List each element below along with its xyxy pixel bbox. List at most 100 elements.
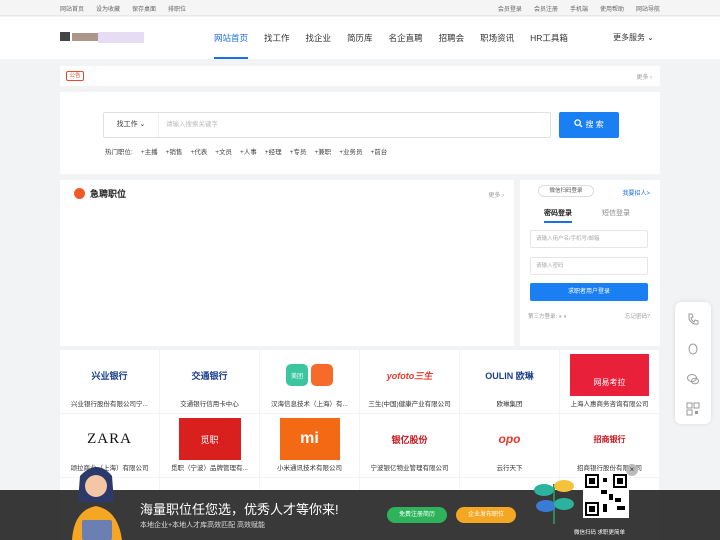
save-desktop-link[interactable]: 保存桌面	[132, 4, 156, 13]
qrcode-icon[interactable]	[686, 402, 700, 416]
member-login-link[interactable]: 会员登录	[498, 4, 522, 13]
company-logo: opo	[470, 418, 549, 460]
hot-job-link[interactable]: +销售	[166, 146, 183, 156]
nav-resume-library[interactable]: 简历库	[339, 17, 381, 59]
home-link[interactable]: 网站首页	[60, 4, 84, 13]
company-name: 小米通讯技术有限公司	[277, 465, 342, 472]
wechat-qr-code	[583, 472, 629, 518]
hot-job-link[interactable]: +兼职	[314, 146, 331, 156]
wechat-icon[interactable]	[686, 372, 700, 386]
company-card[interactable]: 网易考拉 上海人惠商务咨询有限公司	[560, 350, 659, 413]
hot-job-link[interactable]: +主播	[141, 146, 158, 156]
company-name: 上海人惠商务咨询有限公司	[570, 401, 649, 408]
company-name: 觅职（宁波）品牌管理有...	[171, 465, 248, 472]
plant-illustration	[534, 480, 574, 524]
company-card[interactable]: OULIN 欧琳 欧琳集团	[460, 350, 559, 413]
wechat-icon[interactable]: ●	[563, 314, 566, 320]
search-panel: 找工作 ⌄ 请输入搜索关键字 搜 索 热门职位: +主播 +销售 +代表 +文员…	[60, 92, 660, 174]
tab-sms-login[interactable]: 短信登录	[602, 208, 630, 223]
hot-job-link[interactable]: +代表	[190, 146, 207, 156]
company-logo: yofoto三生	[370, 354, 449, 396]
company-logo: OULIN 欧琳	[470, 354, 549, 396]
post-job-button[interactable]: 企业发布职位	[456, 507, 516, 523]
company-card[interactable]: 美团 汉海信息技术（上海）有...	[260, 350, 359, 413]
urgent-jobs-title: 急聘职位	[90, 189, 127, 199]
third-party-label: 第三方登录:	[528, 314, 558, 320]
top-utility-bar: 网站首页 设为收藏 保存桌面 排职位 会员登录 会员注册 手机端 使用帮助 网站…	[0, 0, 720, 16]
urgent-jobs-more-label: 更多	[488, 193, 501, 199]
site-nav-link[interactable]: 网站导航	[636, 4, 660, 13]
notice-more-link[interactable]: 更多 ›	[636, 72, 652, 81]
meituan-logo-text: 美团	[286, 364, 308, 386]
member-register-link[interactable]: 会员注册	[534, 4, 558, 13]
search-input[interactable]: 请输入搜索关键字	[166, 113, 218, 137]
hot-job-link[interactable]: +前台	[370, 146, 387, 156]
company-logo: 觅职	[170, 418, 249, 460]
main-header: 网站首页 找工作 找企业 简历库 名企直聘 招聘会 职场资讯 HR工具箱 更多服…	[0, 17, 720, 59]
wechat-login-button[interactable]: 微信扫码登录	[538, 185, 594, 197]
jobseeker-login-button[interactable]: 求职者用户登录	[530, 283, 648, 301]
nav-career-news[interactable]: 职场资讯	[472, 17, 522, 59]
hot-job-link[interactable]: +人事	[240, 146, 257, 156]
qq-icon[interactable]: ●	[559, 314, 562, 320]
hot-job-link[interactable]: +经理	[265, 146, 282, 156]
forgot-password-link[interactable]: 忘记密码?	[625, 312, 650, 320]
post-job-link[interactable]: 排职位	[168, 4, 186, 13]
company-card[interactable]: mi 小米通讯技术有限公司	[260, 414, 359, 477]
hot-job-link[interactable]: +业务员	[339, 146, 362, 156]
company-name: 交通银行信用卡中心	[180, 401, 239, 408]
phone-icon[interactable]	[686, 312, 700, 326]
register-resume-button[interactable]: 免费注册简历	[387, 507, 447, 523]
hot-job-link[interactable]: +专员	[290, 146, 307, 156]
search-button[interactable]: 搜 索	[559, 112, 619, 138]
company-card[interactable]: 银亿股份 宁波银亿物业管理有限公司	[360, 414, 459, 477]
mizhi-logo-text: 觅职	[178, 418, 241, 460]
company-card[interactable]: 兴业银行 兴业银行股份有限公司宁...	[60, 350, 159, 413]
close-icon[interactable]: ×	[626, 464, 638, 476]
company-logo: 银亿股份	[370, 418, 449, 460]
login-panel: 微信扫码登录 我要招人> 密码登录 短信登录 请输入用户名/手机号/邮箱 请输入…	[520, 180, 660, 346]
help-link[interactable]: 使用帮助	[600, 4, 624, 13]
hot-jobs: 热门职位: +主播 +销售 +代表 +文员 +人事 +经理 +专员 +兼职 +业…	[105, 146, 387, 156]
hot-job-link[interactable]: +文员	[215, 146, 232, 156]
xiaomi-logo-text: mi	[279, 418, 340, 460]
search-bar: 找工作 ⌄ 请输入搜索关键字	[103, 112, 551, 138]
banner-title: 海量职位任您选，优秀人才等你来!	[140, 502, 339, 517]
nav-home[interactable]: 网站首页	[206, 17, 256, 59]
qq-icon[interactable]	[686, 342, 700, 356]
search-button-label: 搜 索	[585, 120, 604, 129]
zara-logo-text: ZARA	[87, 430, 132, 447]
notice-more-label: 更多	[636, 75, 649, 81]
favorite-link[interactable]: 设为收藏	[96, 4, 120, 13]
search-type-label: 找工作	[116, 121, 138, 128]
nav-job-fair[interactable]: 招聘会	[431, 17, 473, 59]
urgent-jobs-more-link[interactable]: 更多 ›	[488, 190, 504, 199]
nav-famous-companies[interactable]: 名企直聘	[381, 17, 431, 59]
company-card[interactable]: yofoto三生 三生(中国)健康产业有限公司	[360, 350, 459, 413]
company-card[interactable]: 交通银行 交通银行信用卡中心	[160, 350, 259, 413]
company-card[interactable]: 觅职 觅职（宁波）品牌管理有...	[160, 414, 259, 477]
qr-caption: 微信扫码 求职更简单	[574, 530, 626, 536]
recruit-link[interactable]: 我要招人>	[622, 188, 650, 197]
company-logo: 交通银行	[170, 354, 249, 396]
kaola-logo-text: 网易考拉	[593, 377, 626, 387]
cmb-logo-text: 招商银行	[593, 434, 626, 444]
company-logo: mi	[270, 418, 349, 460]
tab-password-login[interactable]: 密码登录	[544, 208, 572, 223]
oulin-logo-text: OULIN 欧琳	[485, 370, 534, 381]
main-nav: 网站首页 找工作 找企业 简历库 名企直聘 招聘会 职场资讯 HR工具箱	[206, 17, 576, 59]
login-tabs: 密码登录 短信登录	[544, 208, 630, 223]
username-field[interactable]: 请输入用户名/手机号/邮箱	[530, 230, 648, 248]
mobile-link[interactable]: 手机端	[570, 4, 588, 13]
nav-hr-tools[interactable]: HR工具箱	[522, 17, 576, 59]
password-field[interactable]: 请输入密码	[530, 257, 648, 275]
side-float-toolbar	[675, 302, 711, 424]
yinyi-logo-text: 银亿股份	[391, 434, 428, 445]
more-services-menu[interactable]: 更多服务 ⌄	[613, 17, 654, 59]
search-type-select[interactable]: 找工作 ⌄	[104, 113, 159, 137]
nav-find-job[interactable]: 找工作	[256, 17, 298, 59]
company-logo: 招商银行	[570, 418, 649, 460]
site-logo[interactable]	[60, 29, 144, 45]
nav-find-company[interactable]: 找企业	[298, 17, 340, 59]
chevron-down-icon: ⌄	[647, 33, 654, 42]
